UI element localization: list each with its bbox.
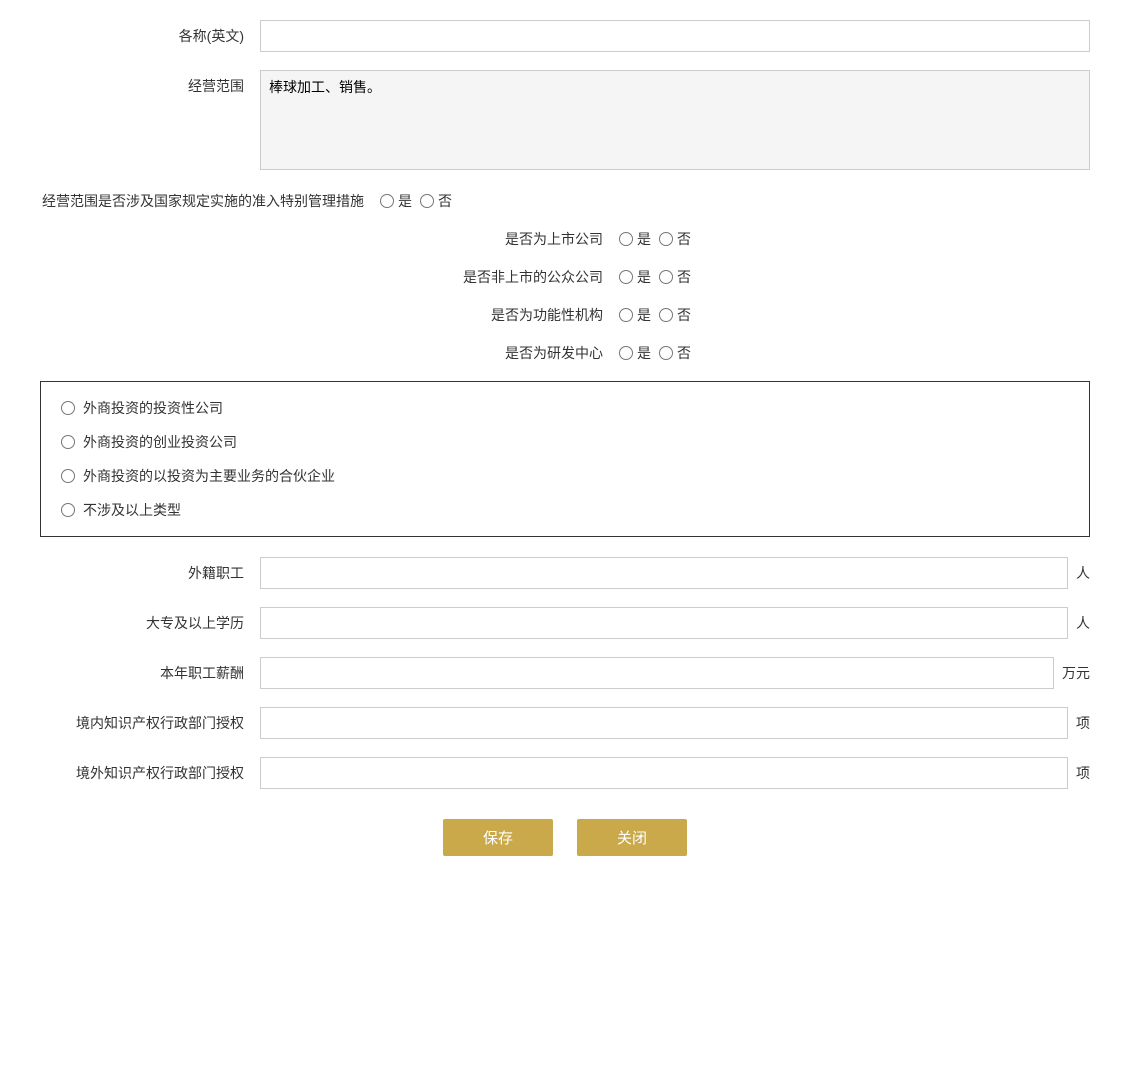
investment-option-0[interactable]: 外商投资的投资性公司 <box>61 398 1069 418</box>
business-scope-label: 经营范围 <box>40 70 260 96</box>
rd-center-no-item[interactable]: 否 <box>659 343 691 363</box>
foreign-ip-unit: 项 <box>1076 763 1090 783</box>
save-button[interactable]: 保存 <box>443 819 553 856</box>
annual-salary-label: 本年职工薪酬 <box>40 663 260 683</box>
name-en-label: 各称(英文) <box>40 26 260 46</box>
form-container: 各称(英文) 经营范围 棒球加工、销售。 经营范围是否涉及国家规定实施的准入特别… <box>40 20 1090 856</box>
domestic-ip-label: 境内知识产权行政部门授权 <box>40 713 260 733</box>
special-mgmt-label: 经营范围是否涉及国家规定实施的准入特别管理措施 <box>40 191 380 211</box>
investment-radio-3[interactable] <box>61 503 75 517</box>
rd-center-no-label: 否 <box>677 343 691 363</box>
name-en-row: 各称(英文) <box>40 20 1090 52</box>
rd-center-row: 是否为研发中心 是 否 <box>40 343 1090 363</box>
non-listed-public-row: 是否非上市的公众公司 是 否 <box>40 267 1090 287</box>
close-button[interactable]: 关闭 <box>577 819 687 856</box>
non-listed-public-yes-radio[interactable] <box>619 270 633 284</box>
functional-org-yes-radio[interactable] <box>619 308 633 322</box>
non-listed-public-yes-label: 是 <box>637 267 651 287</box>
investment-label-0: 外商投资的投资性公司 <box>83 398 223 418</box>
investment-option-3[interactable]: 不涉及以上类型 <box>61 500 1069 520</box>
functional-org-no-radio[interactable] <box>659 308 673 322</box>
special-mgmt-row: 经营范围是否涉及国家规定实施的准入特别管理措施 是 否 <box>40 191 1090 211</box>
special-mgmt-yes-radio[interactable] <box>380 194 394 208</box>
annual-salary-input[interactable] <box>260 657 1054 689</box>
investment-radio-1[interactable] <box>61 435 75 449</box>
special-mgmt-no-item[interactable]: 否 <box>420 191 452 211</box>
rd-center-no-radio[interactable] <box>659 346 673 360</box>
foreign-ip-label: 境外知识产权行政部门授权 <box>40 763 260 783</box>
domestic-ip-row: 境内知识产权行政部门授权 项 <box>40 707 1090 739</box>
listed-yes-label: 是 <box>637 229 651 249</box>
investment-label-1: 外商投资的创业投资公司 <box>83 432 237 452</box>
listed-label: 是否为上市公司 <box>439 229 619 249</box>
business-scope-wrapper: 棒球加工、销售。 <box>260 70 1090 173</box>
investment-option-1[interactable]: 外商投资的创业投资公司 <box>61 432 1069 452</box>
listed-yes-radio[interactable] <box>619 232 633 246</box>
investment-label-2: 外商投资的以投资为主要业务的合伙企业 <box>83 466 335 486</box>
special-mgmt-no-label: 否 <box>438 191 452 211</box>
rd-center-radio-group: 是 否 <box>619 343 691 363</box>
foreign-employees-input[interactable] <box>260 557 1068 589</box>
annual-salary-unit: 万元 <box>1062 663 1090 683</box>
foreign-ip-row: 境外知识产权行政部门授权 项 <box>40 757 1090 789</box>
listed-yes-item[interactable]: 是 <box>619 229 651 249</box>
investment-box: 外商投资的投资性公司 外商投资的创业投资公司 外商投资的以投资为主要业务的合伙企… <box>40 381 1090 537</box>
listed-row: 是否为上市公司 是 否 <box>40 229 1090 249</box>
domestic-ip-input[interactable] <box>260 707 1068 739</box>
college-above-row: 大专及以上学历 人 <box>40 607 1090 639</box>
domestic-ip-unit: 项 <box>1076 713 1090 733</box>
name-en-input[interactable] <box>260 20 1090 52</box>
functional-org-row: 是否为功能性机构 是 否 <box>40 305 1090 325</box>
college-above-unit: 人 <box>1076 613 1090 633</box>
non-listed-public-no-radio[interactable] <box>659 270 673 284</box>
annual-salary-row: 本年职工薪酬 万元 <box>40 657 1090 689</box>
investment-radio-0[interactable] <box>61 401 75 415</box>
listed-radio-group: 是 否 <box>619 229 691 249</box>
rd-center-yes-item[interactable]: 是 <box>619 343 651 363</box>
non-listed-public-no-item[interactable]: 否 <box>659 267 691 287</box>
non-listed-public-no-label: 否 <box>677 267 691 287</box>
button-row: 保存 关闭 <box>40 819 1090 856</box>
college-above-label: 大专及以上学历 <box>40 613 260 633</box>
listed-no-label: 否 <box>677 229 691 249</box>
listed-no-item[interactable]: 否 <box>659 229 691 249</box>
non-listed-public-radio-group: 是 否 <box>619 267 691 287</box>
functional-org-no-item[interactable]: 否 <box>659 305 691 325</box>
business-scope-row: 经营范围 棒球加工、销售。 <box>40 70 1090 173</box>
special-mgmt-no-radio[interactable] <box>420 194 434 208</box>
foreign-employees-label: 外籍职工 <box>40 563 260 583</box>
investment-radio-2[interactable] <box>61 469 75 483</box>
investment-option-2[interactable]: 外商投资的以投资为主要业务的合伙企业 <box>61 466 1069 486</box>
foreign-employees-unit: 人 <box>1076 563 1090 583</box>
college-above-input[interactable] <box>260 607 1068 639</box>
special-mgmt-radio-group: 是 否 <box>380 191 452 211</box>
foreign-employees-row: 外籍职工 人 <box>40 557 1090 589</box>
listed-no-radio[interactable] <box>659 232 673 246</box>
non-listed-public-yes-item[interactable]: 是 <box>619 267 651 287</box>
functional-org-yes-label: 是 <box>637 305 651 325</box>
functional-org-no-label: 否 <box>677 305 691 325</box>
rd-center-yes-radio[interactable] <box>619 346 633 360</box>
investment-label-3: 不涉及以上类型 <box>83 500 181 520</box>
functional-org-radio-group: 是 否 <box>619 305 691 325</box>
rd-center-yes-label: 是 <box>637 343 651 363</box>
foreign-ip-input[interactable] <box>260 757 1068 789</box>
special-mgmt-yes-label: 是 <box>398 191 412 211</box>
functional-org-label: 是否为功能性机构 <box>439 305 619 325</box>
rd-center-label: 是否为研发中心 <box>439 343 619 363</box>
functional-org-yes-item[interactable]: 是 <box>619 305 651 325</box>
special-mgmt-yes-item[interactable]: 是 <box>380 191 412 211</box>
non-listed-public-label: 是否非上市的公众公司 <box>439 267 619 287</box>
business-scope-textarea[interactable]: 棒球加工、销售。 <box>260 70 1090 170</box>
